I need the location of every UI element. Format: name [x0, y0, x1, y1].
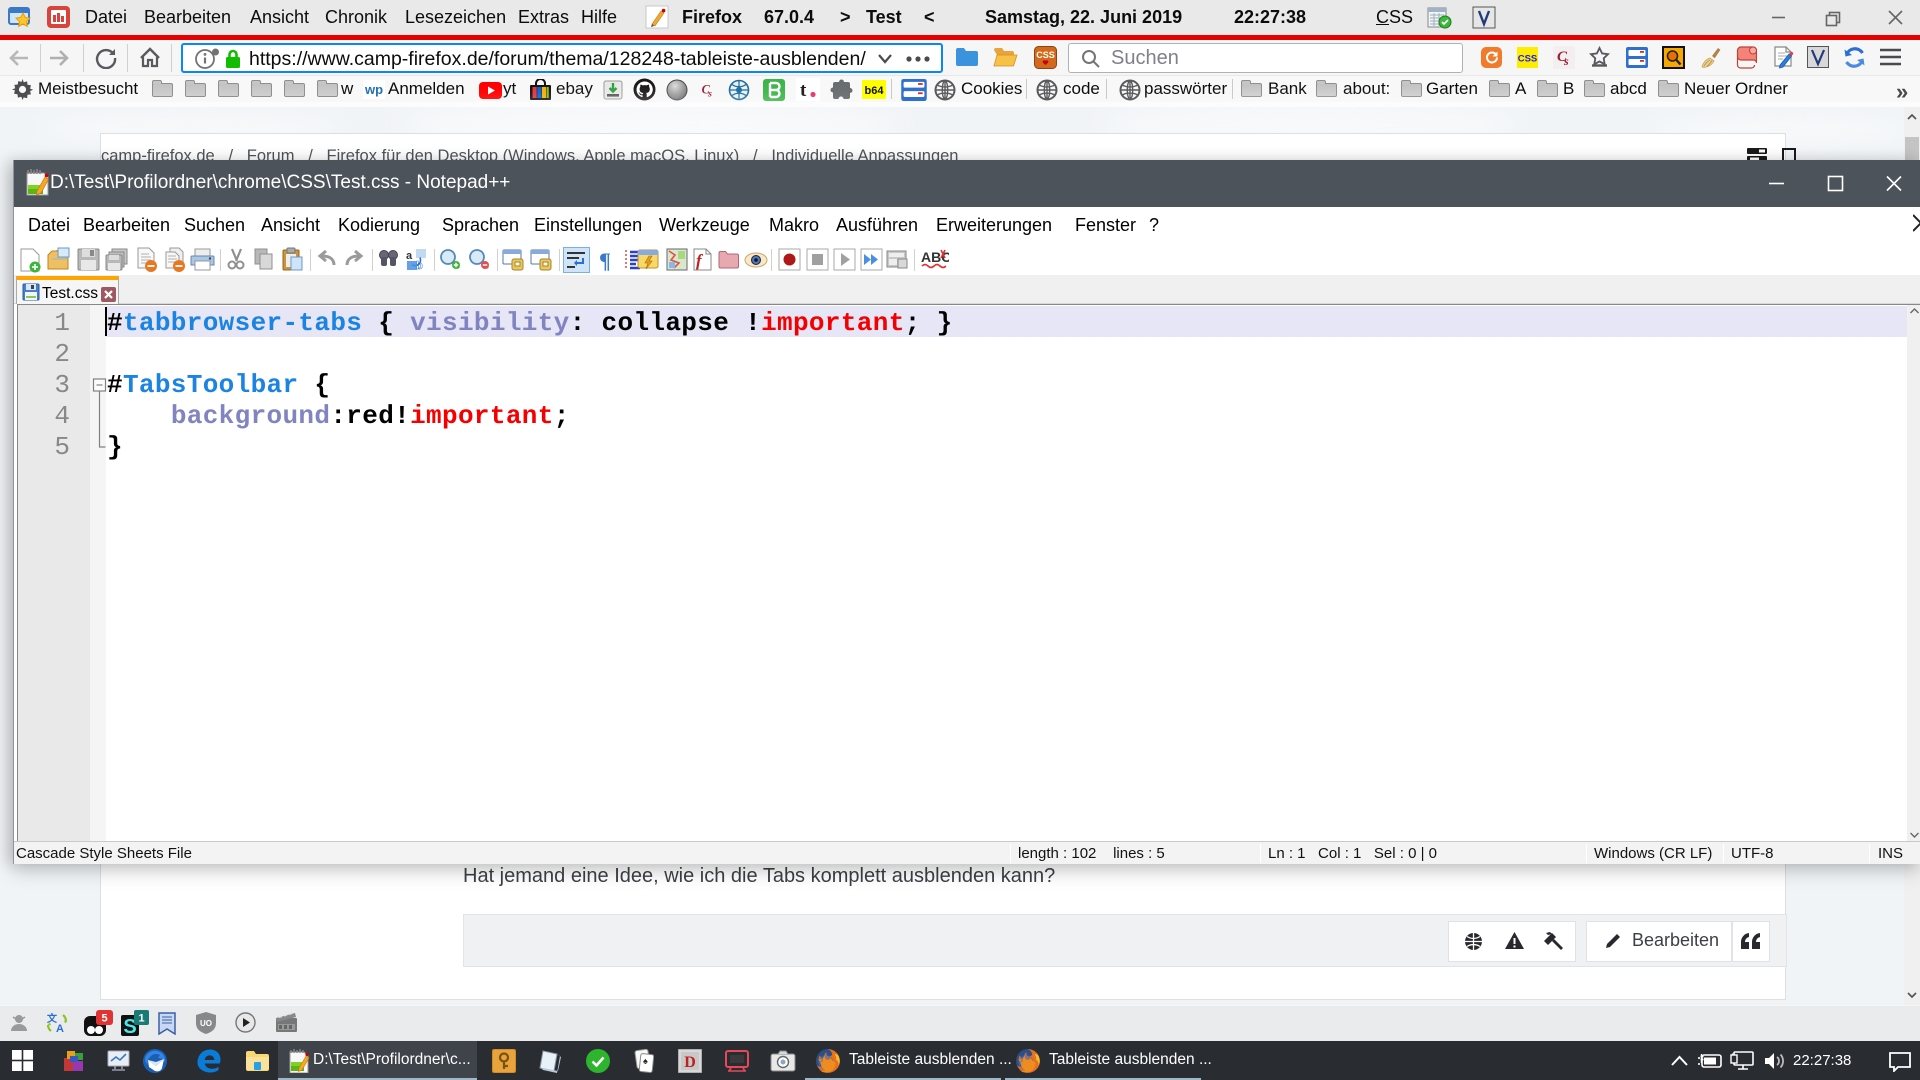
- svg-text:♠: ♠: [643, 1056, 648, 1066]
- svg-text:wp: wp: [364, 82, 383, 97]
- svg-text:5: 5: [101, 1013, 107, 1025]
- svg-text:UO: UO: [200, 1019, 212, 1028]
- svg-text:a: a: [406, 250, 413, 262]
- svg-text:CSS: CSS: [1036, 50, 1055, 60]
- svg-text:A: A: [56, 1023, 64, 1034]
- svg-text:1: 1: [138, 1013, 144, 1025]
- svg-text:s: s: [1563, 54, 1569, 68]
- svg-text:¶: ¶: [599, 248, 611, 273]
- svg-text:CSS: CSS: [1518, 54, 1538, 65]
- svg-text:s: s: [707, 89, 712, 100]
- svg-text:D: D: [684, 1054, 696, 1071]
- svg-text:b64: b64: [865, 85, 885, 97]
- svg-text:t: t: [800, 80, 807, 101]
